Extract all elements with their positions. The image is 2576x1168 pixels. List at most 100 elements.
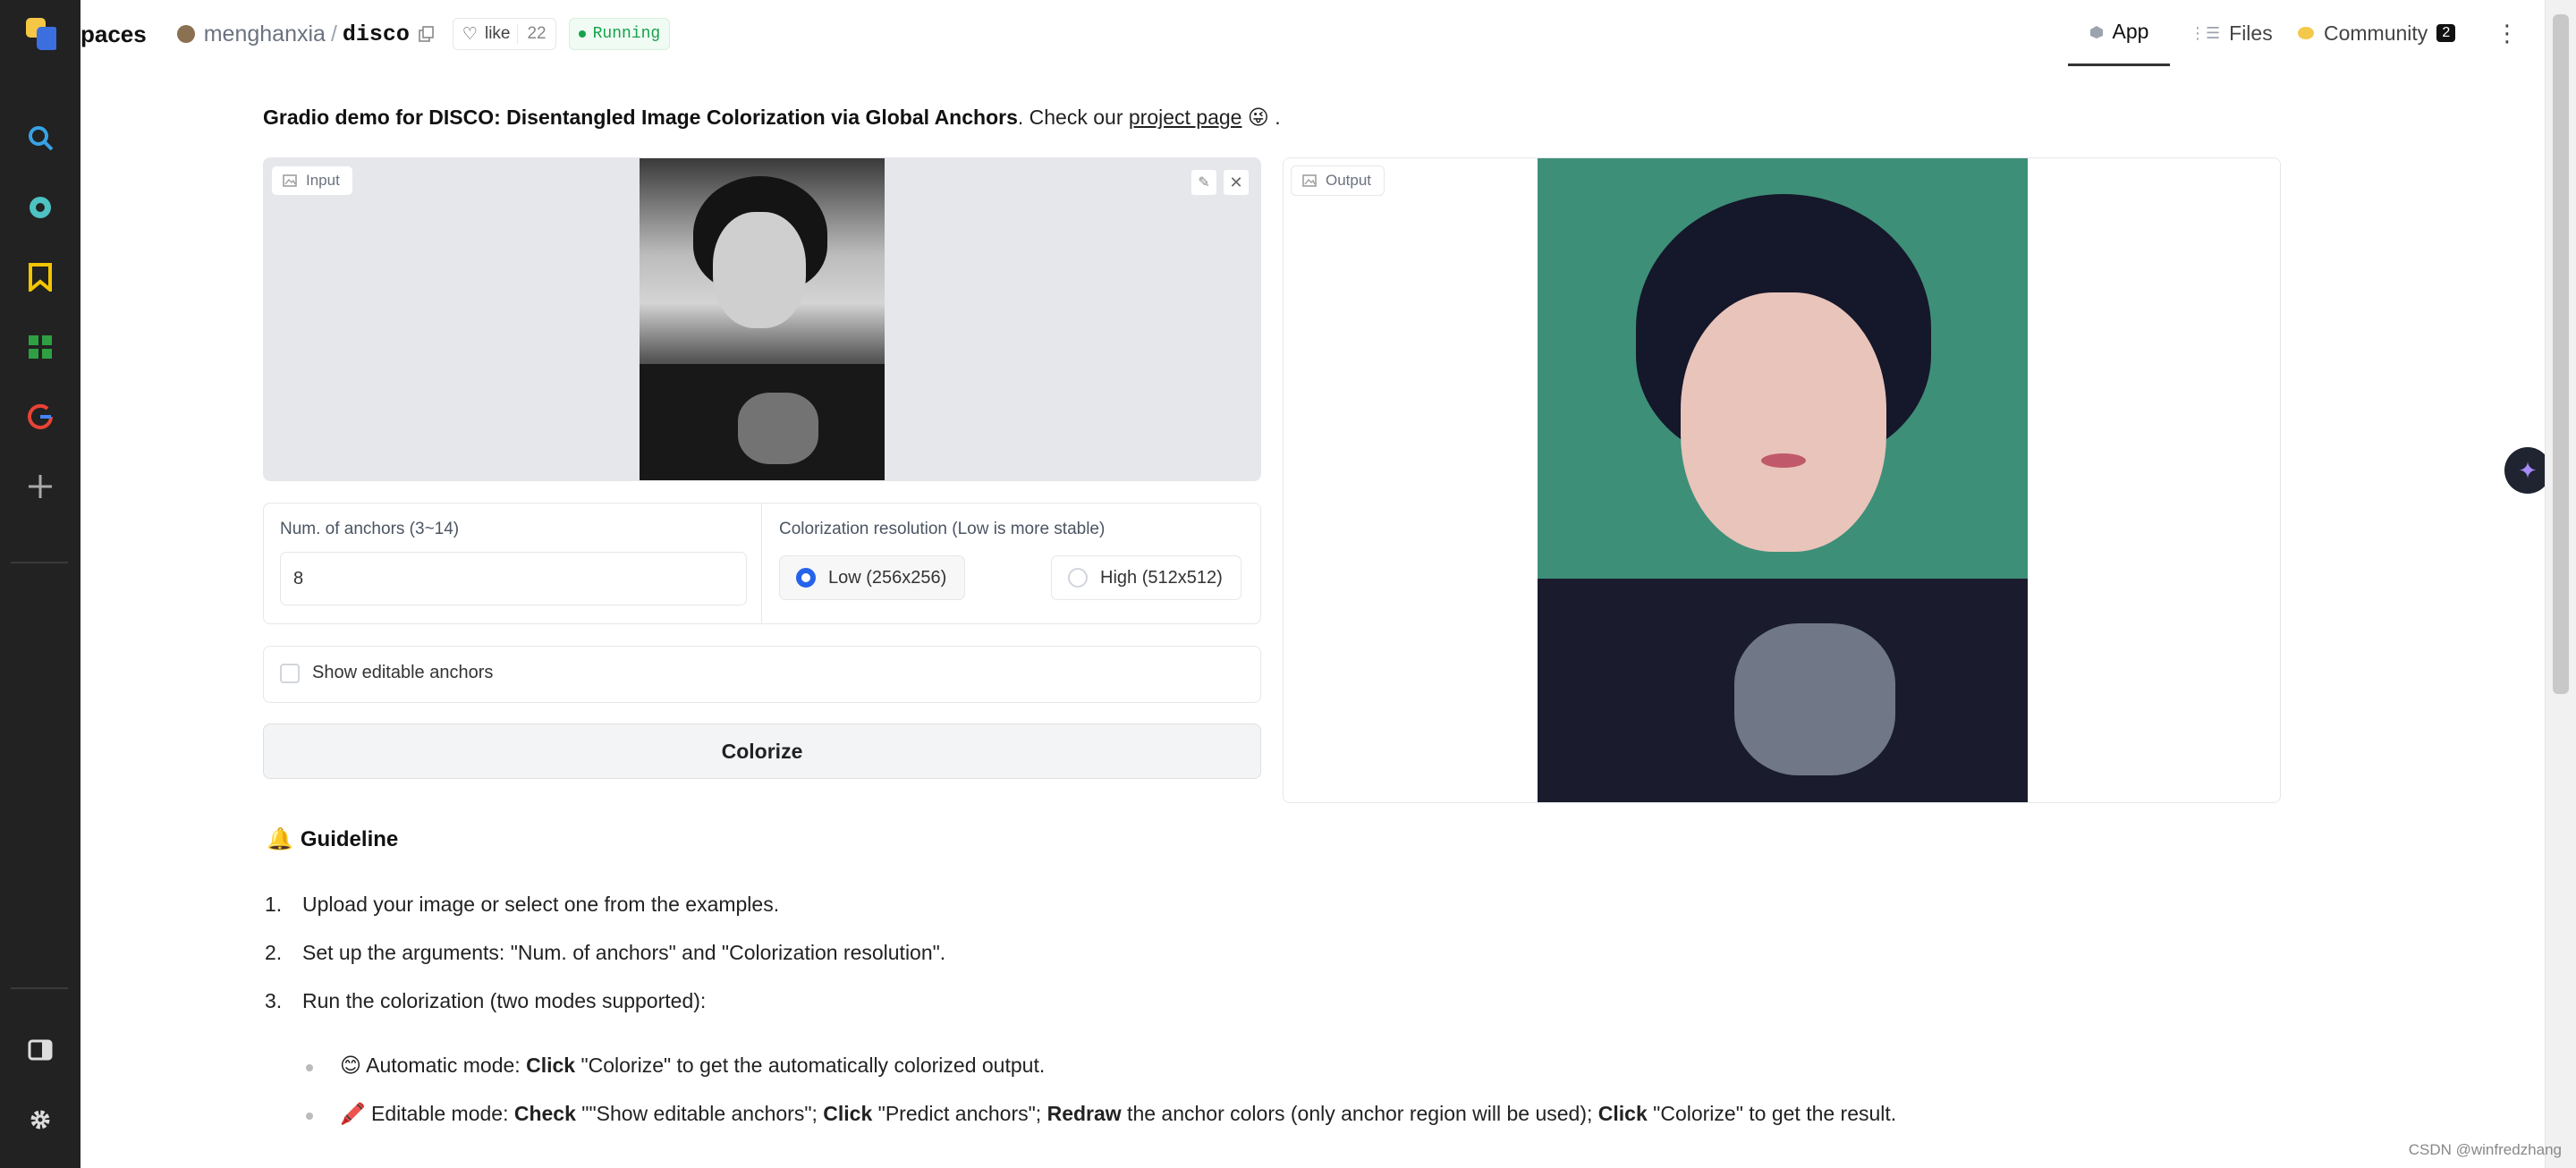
panel-toggle-icon[interactable] xyxy=(24,1034,56,1066)
editable-anchors-checkbox[interactable] xyxy=(280,664,300,683)
mode-text: "Colorize" to get the automatically colo… xyxy=(575,1054,1046,1077)
step-number: 3. xyxy=(265,989,283,1012)
settings-gear-icon[interactable] xyxy=(24,1104,56,1136)
input-image-panel[interactable]: Input ✎ ✕ xyxy=(263,157,1261,481)
mode-text: "Predict anchors"; xyxy=(872,1102,1047,1125)
guideline-step: 2. Set up the arguments: "Num. of anchors… xyxy=(265,941,945,965)
tab-app-label: App xyxy=(2112,20,2149,43)
owner-avatar xyxy=(176,25,195,43)
search-icon[interactable] xyxy=(24,122,56,154)
chat-icon xyxy=(2297,25,2315,41)
intro-emoji: 😜 xyxy=(1247,106,1269,129)
editable-anchors-row: Show editable anchors xyxy=(263,646,1261,703)
intro-tail: . xyxy=(1268,106,1281,129)
add-icon[interactable] xyxy=(24,470,56,503)
step-text: Set up the arguments: "Num. of anchors" … xyxy=(302,941,946,964)
watermark: CSDN @winfredzhang xyxy=(2408,1141,2562,1158)
radio-low-resolution[interactable]: Low (256x256) xyxy=(779,555,966,600)
list-bullet xyxy=(306,1064,313,1071)
more-options-icon[interactable]: ⋮ xyxy=(2496,0,2519,66)
repo-name[interactable]: disco xyxy=(343,21,410,47)
page-scrollbar[interactable] xyxy=(2545,0,2576,1168)
copy-icon[interactable] xyxy=(419,26,435,42)
breadcrumb-separator: / xyxy=(330,21,337,47)
breadcrumb: paces menghanxia / disco ♡ like 22 Runni… xyxy=(80,0,671,68)
image-icon xyxy=(1302,174,1317,187)
resolution-label: Colorization resolution (Low is more sta… xyxy=(779,520,1106,538)
radio-unselected-indicator xyxy=(1068,568,1088,588)
mode-text: Editable mode: xyxy=(371,1102,514,1125)
mode-text: Automatic mode: xyxy=(366,1054,527,1077)
tab-files[interactable]: ⋮☰ Files xyxy=(2190,0,2273,66)
scrollbar-thumb[interactable] xyxy=(2553,14,2569,694)
project-page-link[interactable]: project page xyxy=(1129,106,1242,129)
crayon-emoji: 🖍️ xyxy=(340,1102,366,1125)
mode-bold: Click xyxy=(1597,1102,1648,1125)
status-badge: Running xyxy=(568,18,671,50)
step-number: 1. xyxy=(265,893,283,916)
cube-icon xyxy=(2089,25,2104,39)
editable-anchors-label[interactable]: Show editable anchors xyxy=(312,663,493,683)
guideline-step: 1. Upload your image or select one from t… xyxy=(265,893,779,917)
tab-community-label: Community xyxy=(2324,21,2428,45)
radio-low-label: Low (256x256) xyxy=(828,567,947,588)
intro-title: Gradio demo for DISCO: Disentangled Imag… xyxy=(263,106,1018,129)
output-image-panel: Output xyxy=(1283,157,2281,803)
like-button[interactable]: ♡ like 22 xyxy=(452,18,556,50)
close-icon[interactable]: ✕ xyxy=(1223,169,1250,196)
colorize-button[interactable]: Colorize xyxy=(263,724,1261,779)
output-photo xyxy=(1538,158,2028,802)
bell-icon: 🔔 xyxy=(267,827,293,851)
spaces-link[interactable]: paces xyxy=(80,21,147,48)
edit-icon[interactable]: ✎ xyxy=(1191,169,1217,196)
tab-app[interactable]: App xyxy=(2068,0,2170,66)
status-dot xyxy=(578,30,586,38)
apps-grid-icon[interactable] xyxy=(24,331,56,363)
mode-bold: Click xyxy=(823,1102,873,1125)
radio-selected-indicator xyxy=(796,568,816,588)
mode-bold: Redraw xyxy=(1046,1102,1122,1125)
chatgpt-icon[interactable] xyxy=(24,191,56,224)
intro-text: Gradio demo for DISCO: Disentangled Imag… xyxy=(263,106,1281,130)
guideline-title: Guideline xyxy=(300,826,399,851)
app-logo-icon[interactable] xyxy=(24,18,56,50)
radio-high-label: High (512x512) xyxy=(1100,567,1223,588)
step-text: Run the colorization (two modes supporte… xyxy=(302,989,707,1012)
mode-editable: 🖍️ Editable mode: Check ""Show editable … xyxy=(340,1102,1896,1126)
mode-bold: Click xyxy=(526,1054,576,1077)
output-label: Output xyxy=(1291,165,1385,196)
settings-row: Num. of anchors (3~14) 8 Colorization re… xyxy=(263,503,1261,624)
mode-text: the anchor colors (only anchor region wi… xyxy=(1121,1102,1598,1125)
bookmark-icon[interactable] xyxy=(24,261,56,293)
anchors-label: Num. of anchors (3~14) xyxy=(280,520,460,538)
image-icon xyxy=(283,174,297,187)
step-text: Upload your image or select one from the… xyxy=(302,893,780,916)
smile-emoji: 😊 xyxy=(340,1054,361,1077)
anchors-input[interactable]: 8 xyxy=(280,552,747,605)
mode-bold: Check xyxy=(513,1102,576,1125)
intro-body: . Check our xyxy=(1017,106,1129,129)
status-text: Running xyxy=(592,25,661,43)
mode-text: "Colorize" to get the result. xyxy=(1647,1102,1897,1125)
mode-automatic: 😊 Automatic mode: Click "Colorize" to ge… xyxy=(340,1054,1045,1078)
sidebar-divider xyxy=(11,562,68,563)
tab-files-label: Files xyxy=(2229,21,2273,45)
gradio-app: Gradio demo for DISCO: Disentangled Imag… xyxy=(80,68,2551,1168)
input-photo xyxy=(640,158,885,480)
google-icon[interactable] xyxy=(24,401,56,433)
step-number: 2. xyxy=(265,941,283,964)
tab-community[interactable]: Community 2 xyxy=(2297,0,2456,66)
owner-link[interactable]: menghanxia xyxy=(204,21,326,47)
input-label: Input xyxy=(271,165,353,196)
settings-divider xyxy=(761,504,762,623)
output-label-text: Output xyxy=(1326,172,1372,189)
sidebar-divider xyxy=(11,987,68,989)
space-header: paces menghanxia / disco ♡ like 22 Runni… xyxy=(80,0,2546,68)
heart-icon: ♡ xyxy=(462,24,478,44)
guideline-step: 3. Run the colorization (two modes suppor… xyxy=(265,989,706,1013)
radio-high-resolution[interactable]: High (512x512) xyxy=(1051,555,1241,600)
mode-text: ""Show editable anchors"; xyxy=(575,1102,824,1125)
list-bullet xyxy=(306,1113,313,1120)
browser-sidebar xyxy=(0,0,80,1168)
like-label: like xyxy=(484,24,511,43)
